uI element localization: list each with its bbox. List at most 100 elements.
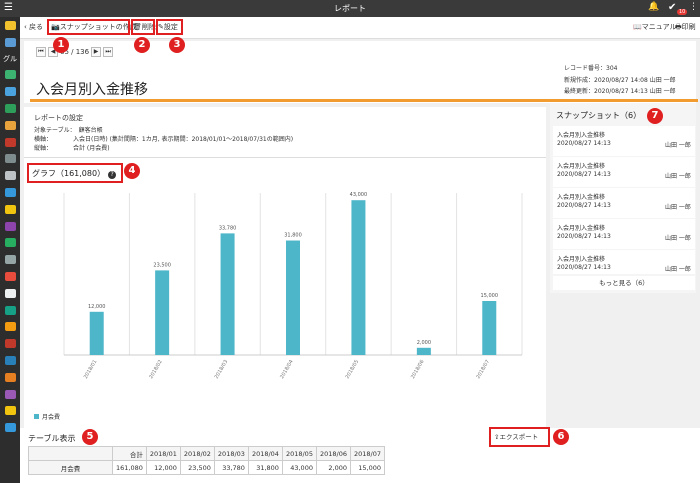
x-tick-label: 2018/01 bbox=[83, 359, 99, 380]
x-tick-label: 2018/06 bbox=[410, 359, 426, 380]
notification-badge: 10 bbox=[677, 9, 688, 15]
settings-heading: レポートの設定 bbox=[34, 114, 83, 122]
document-icon[interactable] bbox=[0, 167, 20, 184]
snapshot-item[interactable]: 入会月別入金推移 2020/08/27 14:13 山田 一郎 bbox=[553, 188, 695, 218]
folder-icon[interactable] bbox=[0, 134, 20, 151]
snapshot-item[interactable]: 入会月別入金推移 2020/08/27 14:13 山田 一郎 bbox=[553, 219, 695, 249]
table-cell: 23,500 bbox=[179, 460, 215, 475]
chart-bar bbox=[155, 270, 170, 355]
table-row-label: 月会費 bbox=[28, 460, 113, 475]
callout-number: 7 bbox=[647, 108, 663, 124]
snapshot-user: 山田 一郎 bbox=[665, 173, 691, 180]
table-corner bbox=[28, 446, 113, 461]
headset-icon[interactable] bbox=[0, 218, 20, 235]
data-label: 43,000 bbox=[350, 192, 368, 198]
pie-chart-icon[interactable] bbox=[0, 302, 20, 319]
data-table: 合計 2018/01 2018/02 2018/03 2018/04 2018/… bbox=[28, 446, 386, 475]
report-header-card: ⏮ ◀ 65 / 136 ▶ ⏭ 入会月別入金推移 レコード番号：304 新規作… bbox=[24, 41, 698, 103]
table-cell: 31,800 bbox=[247, 460, 283, 475]
chat-icon[interactable] bbox=[0, 83, 20, 100]
manual-button[interactable]: 📖マニュアル bbox=[633, 22, 677, 32]
print-label: 印刷 bbox=[681, 23, 696, 31]
table-header-cell: 2018/01 bbox=[145, 446, 181, 461]
legend-swatch bbox=[34, 414, 39, 419]
accent-divider bbox=[30, 99, 698, 102]
callout-box-settings bbox=[156, 19, 183, 35]
bell-icon[interactable]: 🔔 bbox=[648, 2, 659, 12]
snapshot-item[interactable]: 入会月別入金推移 2020/08/27 14:13 山田 一郎 bbox=[553, 126, 695, 156]
top-bar: ☰ レポート 🔔 ✔ 10 ⋮ bbox=[0, 0, 700, 17]
table-header-cell: 2018/07 bbox=[349, 446, 386, 461]
data-label: 23,500 bbox=[153, 262, 171, 268]
updated-info: 最終更新：2020/08/27 14:13 山田 一郎 bbox=[564, 88, 676, 95]
report-icon[interactable] bbox=[0, 285, 20, 302]
home-icon[interactable] bbox=[0, 17, 20, 34]
next-page-button[interactable]: ▶ bbox=[91, 47, 102, 57]
comment-icon[interactable] bbox=[0, 184, 20, 201]
snapshot-item[interactable]: 入会月別入金推移 2020/08/27 14:13 山田 一郎 bbox=[553, 250, 695, 274]
snapshot-name: 入会月別入金推移 bbox=[557, 194, 606, 201]
snapshot-date: 2020/08/27 14:13 bbox=[557, 264, 611, 271]
table-cell: 2,000 bbox=[315, 460, 351, 475]
table-header-cell: 2018/06 bbox=[315, 446, 351, 461]
callout-number: 1 bbox=[53, 37, 69, 53]
notification-check-icon[interactable]: ✔ bbox=[668, 2, 676, 13]
record-number: レコード番号：304 bbox=[564, 65, 618, 72]
snapshot-date: 2020/08/27 14:13 bbox=[557, 233, 611, 240]
callout-number: 5 bbox=[82, 429, 98, 445]
callout-number: 2 bbox=[134, 37, 150, 53]
table-header-cell: 2018/03 bbox=[213, 446, 249, 461]
book-icon[interactable] bbox=[0, 251, 20, 268]
callout-box-delete bbox=[131, 19, 155, 35]
table-header-cell: 2018/05 bbox=[281, 446, 317, 461]
chart-bar bbox=[286, 240, 300, 355]
snapshot-item[interactable]: 入会月別入金推移 2020/08/27 14:13 山田 一郎 bbox=[553, 157, 695, 187]
left-nav: グル bbox=[0, 17, 20, 483]
back-button[interactable]: ‹ 戻る bbox=[24, 22, 43, 32]
more-options-icon[interactable]: ⋮ bbox=[689, 2, 698, 12]
envelope-icon[interactable] bbox=[0, 268, 20, 285]
first-page-button[interactable]: ⏮ bbox=[36, 47, 46, 57]
manual-label: マニュアル bbox=[641, 23, 677, 31]
support-icon[interactable] bbox=[0, 235, 20, 252]
app-title: レポート bbox=[334, 4, 366, 13]
arrow-icon[interactable] bbox=[0, 67, 20, 84]
building-icon[interactable] bbox=[0, 201, 20, 218]
table-header-cell: 2018/02 bbox=[179, 446, 215, 461]
callout-number: 6 bbox=[553, 429, 569, 445]
record-pager: ⏮ ◀ 65 / 136 ▶ ⏭ bbox=[36, 47, 114, 57]
group-label[interactable]: グル bbox=[0, 51, 20, 67]
back-label: 戻る bbox=[29, 23, 44, 31]
table-header-cell: 合計 bbox=[112, 446, 147, 461]
data-label: 15,000 bbox=[481, 293, 499, 299]
calendar-icon[interactable] bbox=[0, 151, 20, 168]
gear-icon[interactable] bbox=[0, 352, 20, 369]
database-icon[interactable] bbox=[0, 34, 20, 51]
x-tick-label: 2018/03 bbox=[214, 359, 230, 380]
table-cell: 43,000 bbox=[281, 460, 317, 475]
chart-bar bbox=[351, 200, 366, 355]
divider bbox=[24, 157, 546, 158]
last-page-button[interactable]: ⏭ bbox=[103, 47, 114, 57]
globe-icon[interactable] bbox=[0, 419, 20, 436]
smile-icon[interactable] bbox=[0, 403, 20, 420]
chart-bar bbox=[482, 301, 497, 355]
file-folder-icon[interactable] bbox=[0, 319, 20, 336]
check-icon[interactable] bbox=[0, 100, 20, 117]
download-icon[interactable] bbox=[0, 369, 20, 386]
report-body-card: レポートの設定 対象テーブル： 顧客台帳 横軸： 入会日(日時) (集計間隔：1… bbox=[24, 107, 546, 465]
callout-number: 3 bbox=[169, 37, 185, 53]
mail-icon[interactable] bbox=[0, 117, 20, 134]
people-icon[interactable] bbox=[0, 386, 20, 403]
red-doc-icon[interactable] bbox=[0, 335, 20, 352]
snapshot-user: 山田 一郎 bbox=[665, 142, 691, 149]
snapshot-name: 入会月別入金推移 bbox=[557, 256, 606, 263]
table-cell: 15,000 bbox=[349, 460, 386, 475]
table-header-cell: 2018/04 bbox=[247, 446, 283, 461]
chart-bar bbox=[416, 347, 431, 355]
snapshot-date: 2020/08/27 14:13 bbox=[557, 202, 611, 209]
data-label: 31,800 bbox=[284, 233, 302, 239]
print-button[interactable]: 🖶印刷 bbox=[675, 22, 696, 34]
snapshot-name: 入会月別入金推移 bbox=[557, 163, 606, 170]
show-more-link[interactable]: もっと見る（6） bbox=[553, 276, 695, 290]
